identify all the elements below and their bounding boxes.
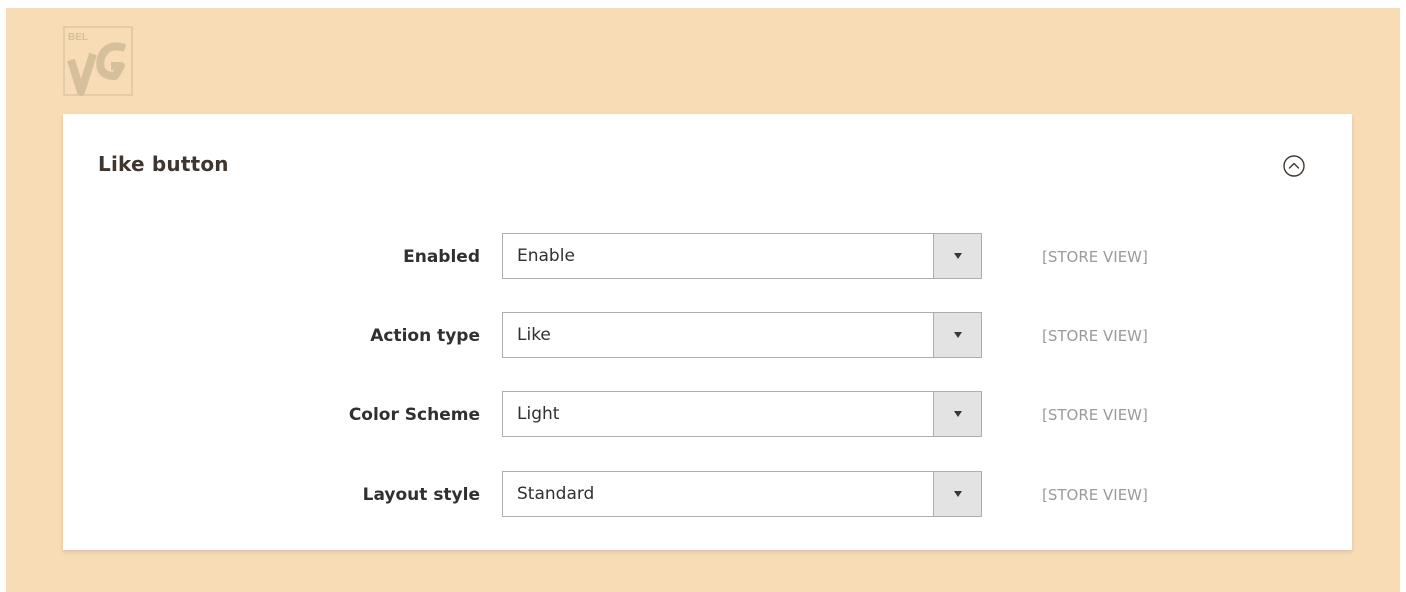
layout-style-select[interactable]: Standard <box>502 471 982 517</box>
select-value: Light <box>517 404 560 424</box>
action-type-select[interactable]: Like <box>502 312 982 358</box>
select-value: Like <box>517 325 551 345</box>
dropdown-arrow-icon[interactable] <box>933 472 981 516</box>
chevron-up-circle-icon <box>1283 155 1305 177</box>
panel-title: Like button <box>98 152 229 176</box>
dropdown-arrow-icon[interactable] <box>933 313 981 357</box>
select-value: Enable <box>517 246 575 266</box>
collapse-panel-button[interactable] <box>1282 154 1306 178</box>
like-button-config-panel: Like button Enabled Enable [STORE VIEW] … <box>63 114 1352 550</box>
select-value: Standard <box>517 484 595 504</box>
scope-label: [STORE VIEW] <box>1042 486 1148 504</box>
dropdown-arrow-icon[interactable] <box>933 392 981 436</box>
enabled-select[interactable]: Enable <box>502 233 982 279</box>
belvg-logo-icon: BEL <box>63 26 133 96</box>
scope-label: [STORE VIEW] <box>1042 406 1148 424</box>
scope-label: [STORE VIEW] <box>1042 327 1148 345</box>
dropdown-arrow-icon[interactable] <box>933 234 981 278</box>
color-scheme-select[interactable]: Light <box>502 391 982 437</box>
field-row-layout-style: Layout style Standard [STORE VIEW] <box>63 471 1352 519</box>
scope-label: [STORE VIEW] <box>1042 248 1148 266</box>
page-background: BEL Like button Enabled Enable [STORE VI… <box>6 8 1400 592</box>
field-row-enabled: Enabled Enable [STORE VIEW] <box>63 233 1352 281</box>
field-label: Action type <box>370 326 480 346</box>
svg-text:BEL: BEL <box>68 32 88 43</box>
field-label: Layout style <box>362 485 480 505</box>
field-row-action-type: Action type Like [STORE VIEW] <box>63 312 1352 360</box>
field-label: Color Scheme <box>348 405 480 425</box>
field-label: Enabled <box>403 247 480 267</box>
belvg-logo: BEL <box>63 26 133 96</box>
field-row-color-scheme: Color Scheme Light [STORE VIEW] <box>63 391 1352 439</box>
